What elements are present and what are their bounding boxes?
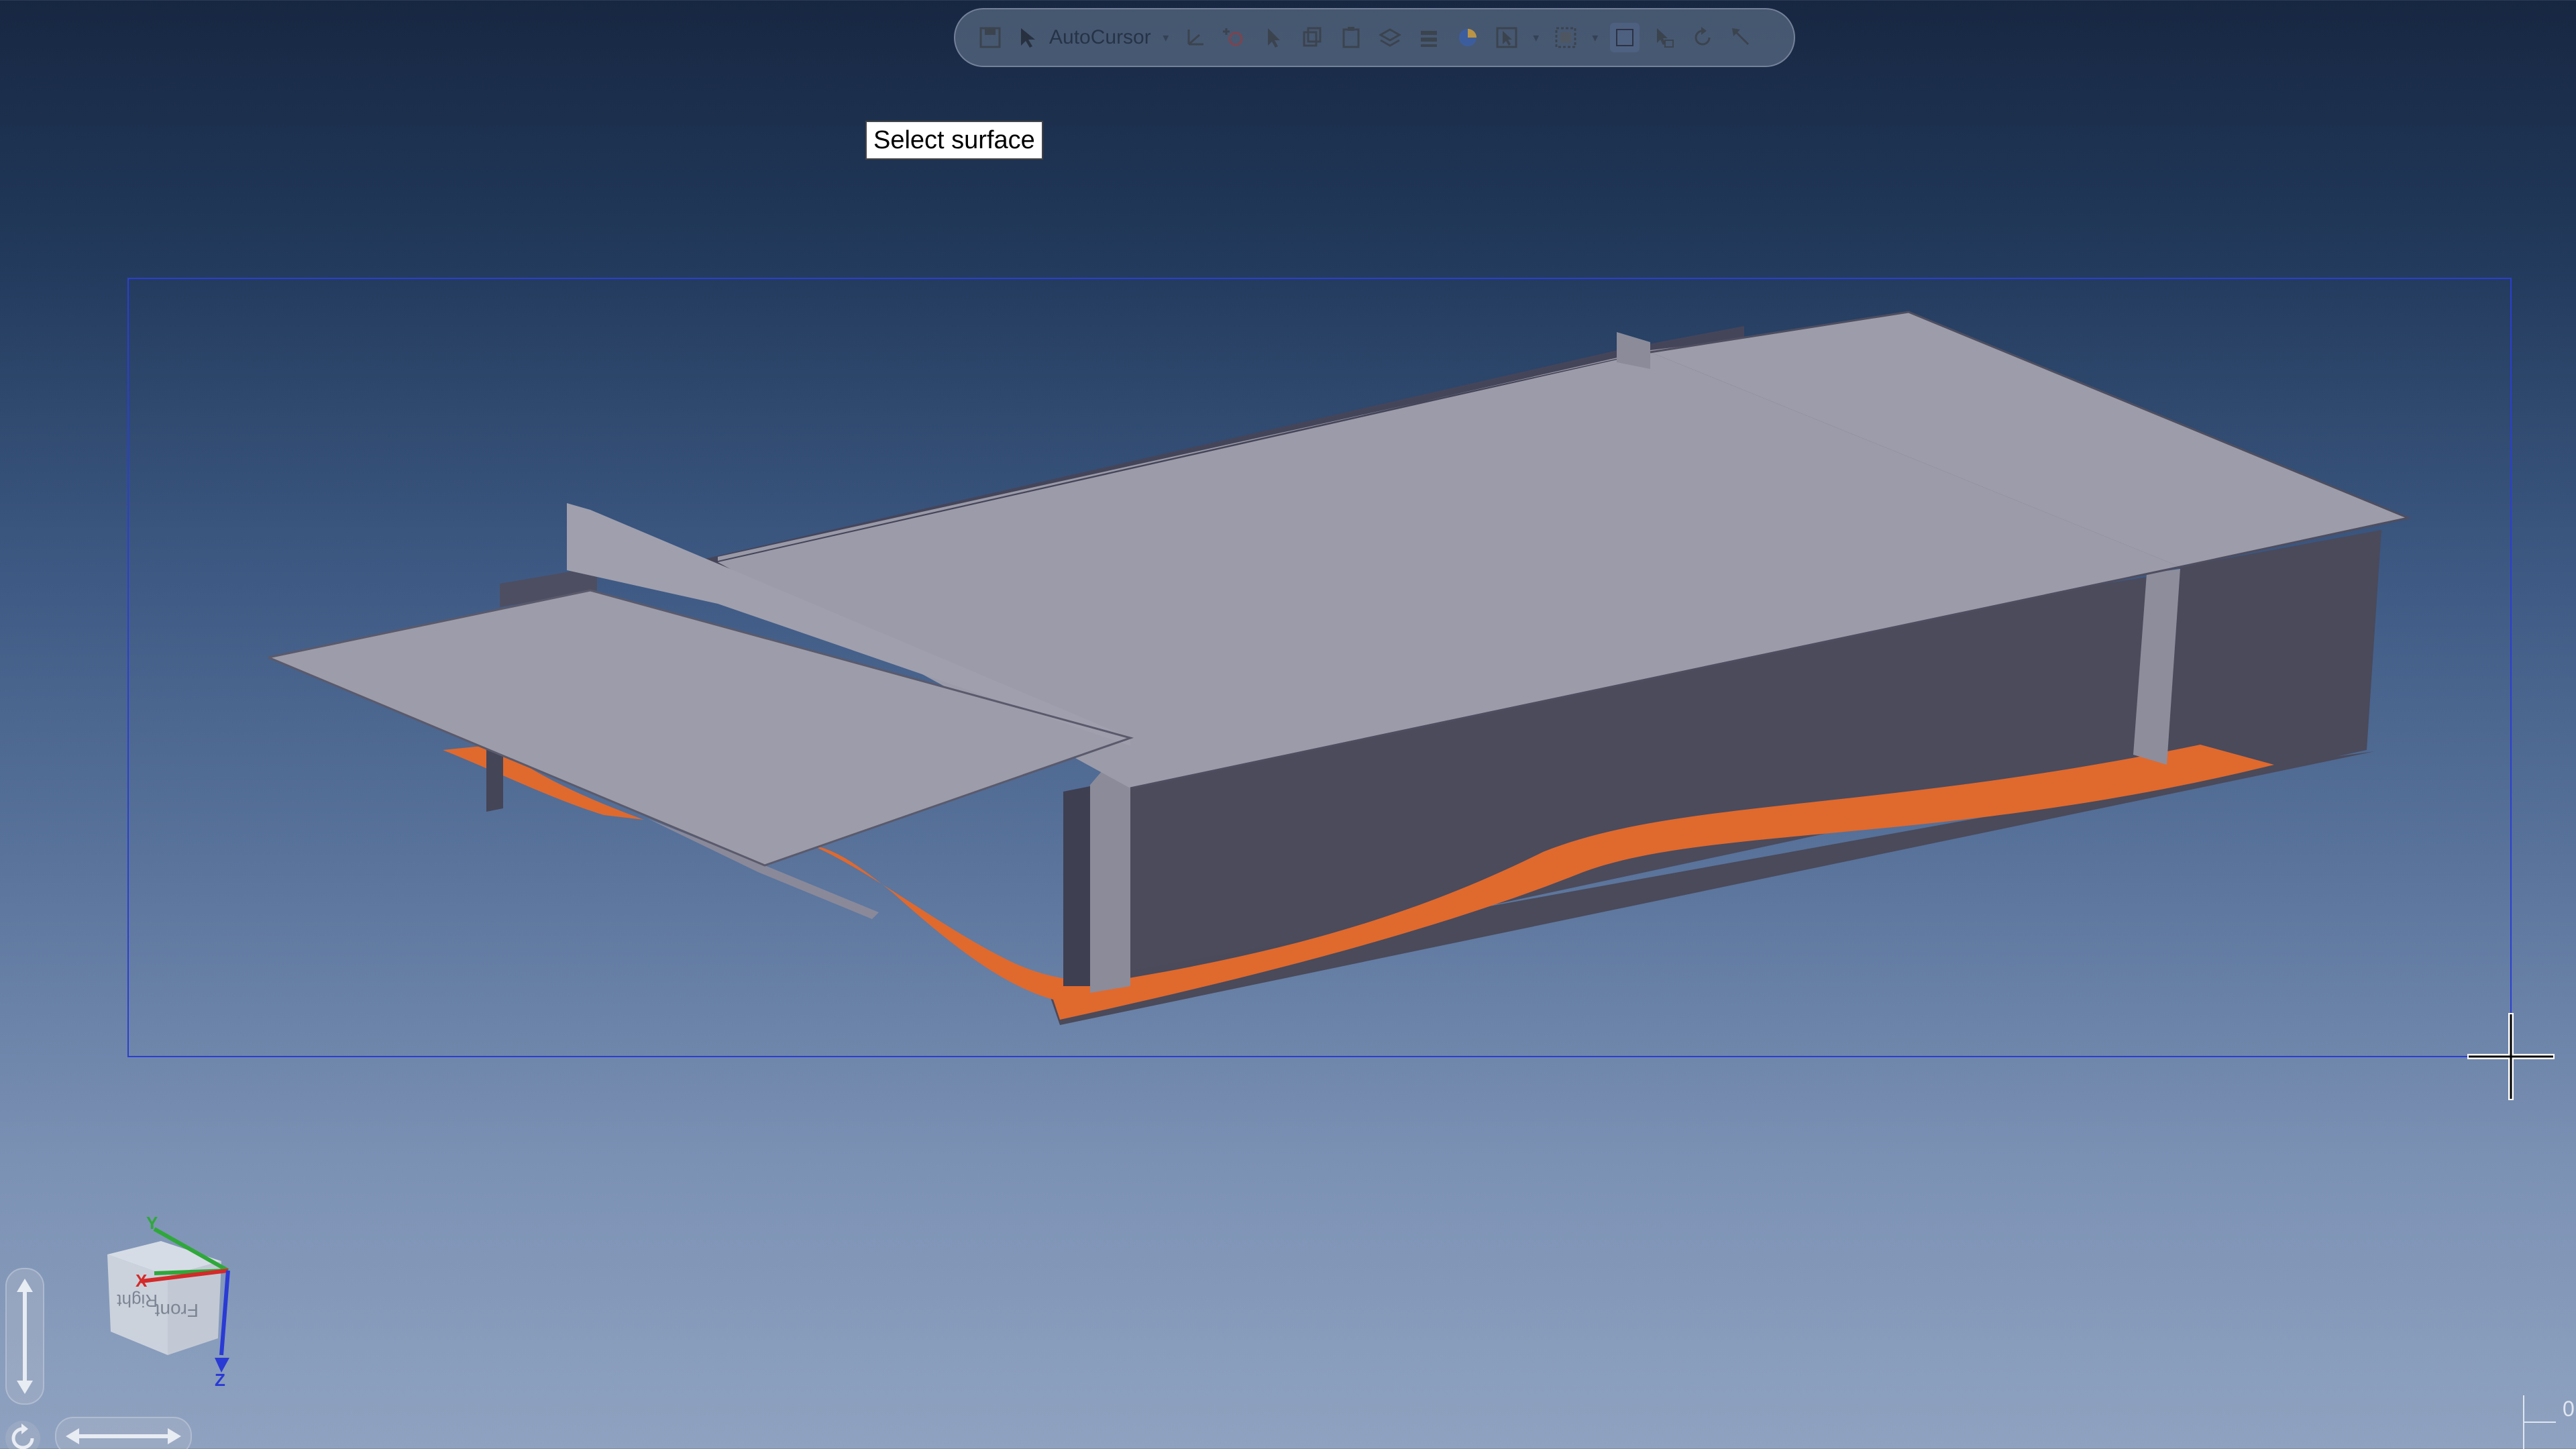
rotate-icon[interactable] <box>3 1418 43 1449</box>
view-toggle-icon[interactable] <box>1609 23 1640 52</box>
cube-face-front-label: Front <box>154 1300 199 1321</box>
cursor-icon[interactable] <box>1014 23 1044 52</box>
chevron-down-icon[interactable]: ▾ <box>1531 31 1542 45</box>
tool-arrow-icon[interactable] <box>1727 23 1756 52</box>
corner-readout-text: 0 <box>2563 1397 2575 1421</box>
crosshair-cursor-icon <box>2467 1013 2555 1100</box>
axis-x-label: X <box>136 1271 148 1291</box>
z-axis-line <box>219 1270 230 1356</box>
top-toolbar: AutoCursor ▾ ▾ ▾ <box>954 8 1795 67</box>
horizontal-pan-control[interactable] <box>55 1417 192 1449</box>
vertical-pan-control[interactable] <box>5 1268 44 1405</box>
axis-z-label: Z <box>215 1370 225 1389</box>
vertical-arrows-icon <box>17 1279 33 1394</box>
axis-y-label: Y <box>146 1214 158 1233</box>
view-cube[interactable]: Front Right Y X Z <box>87 1213 248 1390</box>
select-mode-icon[interactable] <box>1492 23 1521 52</box>
chevron-down-icon[interactable]: ▾ <box>1161 31 1171 45</box>
grid-select-icon[interactable] <box>1551 23 1580 52</box>
cube-face-right-label: Right <box>117 1291 158 1311</box>
copy-icon[interactable] <box>1297 23 1327 52</box>
select-surface-tooltip: Select surface <box>865 121 1043 160</box>
rotate-view-icon[interactable] <box>1688 23 1717 52</box>
3d-viewport[interactable]: AutoCursor ▾ ▾ ▾ Select surface Front Ri… <box>0 0 2576 1449</box>
horizontal-arrows-icon <box>66 1428 181 1444</box>
layers-stack-icon[interactable] <box>1414 23 1444 52</box>
layer-icon[interactable] <box>1375 23 1405 52</box>
autocursor-label[interactable]: AutoCursor <box>1049 26 1151 49</box>
coordinate-system-icon[interactable] <box>1181 23 1210 52</box>
corner-readout: 0 <box>2522 1395 2576 1449</box>
paste-icon[interactable] <box>1336 23 1366 52</box>
undo-icon[interactable] <box>1649 23 1678 52</box>
selection-rectangle <box>127 278 2512 1057</box>
save-icon[interactable] <box>975 23 1005 52</box>
add-point-icon[interactable] <box>1220 23 1249 52</box>
shaded-sphere-icon[interactable] <box>1453 23 1483 52</box>
chevron-down-icon[interactable]: ▾ <box>1590 31 1601 45</box>
select-pointer-icon[interactable] <box>1258 23 1288 52</box>
